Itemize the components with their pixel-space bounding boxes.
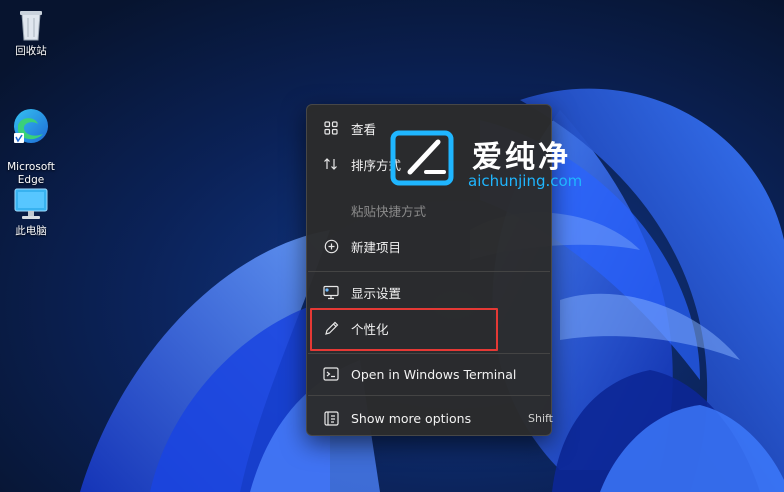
menu-separator — [308, 395, 550, 396]
this-pc-icon — [14, 188, 48, 219]
menu-separator — [308, 353, 550, 354]
menu-item-new[interactable]: 新建项目 — [313, 229, 553, 263]
menu-separator — [308, 271, 550, 272]
menu-item-open-terminal[interactable]: Open in Windows Terminal — [313, 357, 553, 391]
desktop-icon-edge[interactable]: Microsoft Edge — [0, 94, 62, 187]
highlight-annotation — [310, 308, 498, 351]
desktop-icon-recycle-bin[interactable]: 回收站 — [0, 8, 62, 58]
watermark-text-en: aichunjing.com — [468, 172, 583, 190]
edge-icon — [14, 109, 48, 143]
shortcut-hint: Shift — [527, 411, 553, 425]
recycle-bin-icon — [20, 11, 42, 41]
desktop[interactable]: 回收站 Microsoft Edge 此电脑 查看 排序方式 粘贴快捷方式 新建… — [0, 0, 784, 492]
menu-item-show-more-options[interactable]: Show more options Shift — [313, 401, 553, 435]
menu-item-label: Open in Windows Terminal — [351, 366, 517, 382]
display-settings-icon — [321, 282, 341, 302]
sort-icon — [321, 154, 341, 174]
menu-item-paste-shortcut: 粘贴快捷方式 — [313, 193, 553, 227]
watermark-text-cn: 爱纯净 — [472, 140, 571, 175]
view-grid-icon — [321, 118, 341, 138]
menu-item-label: 查看 — [351, 121, 377, 137]
menu-item-label: 新建项目 — [351, 239, 402, 255]
desktop-icon-label: 回收站 — [15, 45, 47, 57]
paste-shortcut-icon — [321, 200, 341, 220]
desktop-icon-this-pc[interactable]: 此电脑 — [0, 186, 62, 238]
menu-item-label: 粘贴快捷方式 — [351, 203, 427, 219]
watermark-logo — [390, 130, 454, 186]
terminal-icon — [321, 364, 341, 384]
show-more-icon — [321, 408, 341, 428]
desktop-icon-label: Microsoft Edge — [7, 161, 55, 186]
new-item-icon — [321, 236, 341, 256]
menu-item-display-settings[interactable]: 显示设置 — [313, 275, 553, 309]
menu-item-label: Show more options — [351, 410, 472, 426]
menu-item-label: 显示设置 — [351, 285, 402, 301]
watermark: 爱纯净 aichunjing.com — [388, 128, 608, 194]
desktop-icon-label: 此电脑 — [15, 225, 47, 237]
